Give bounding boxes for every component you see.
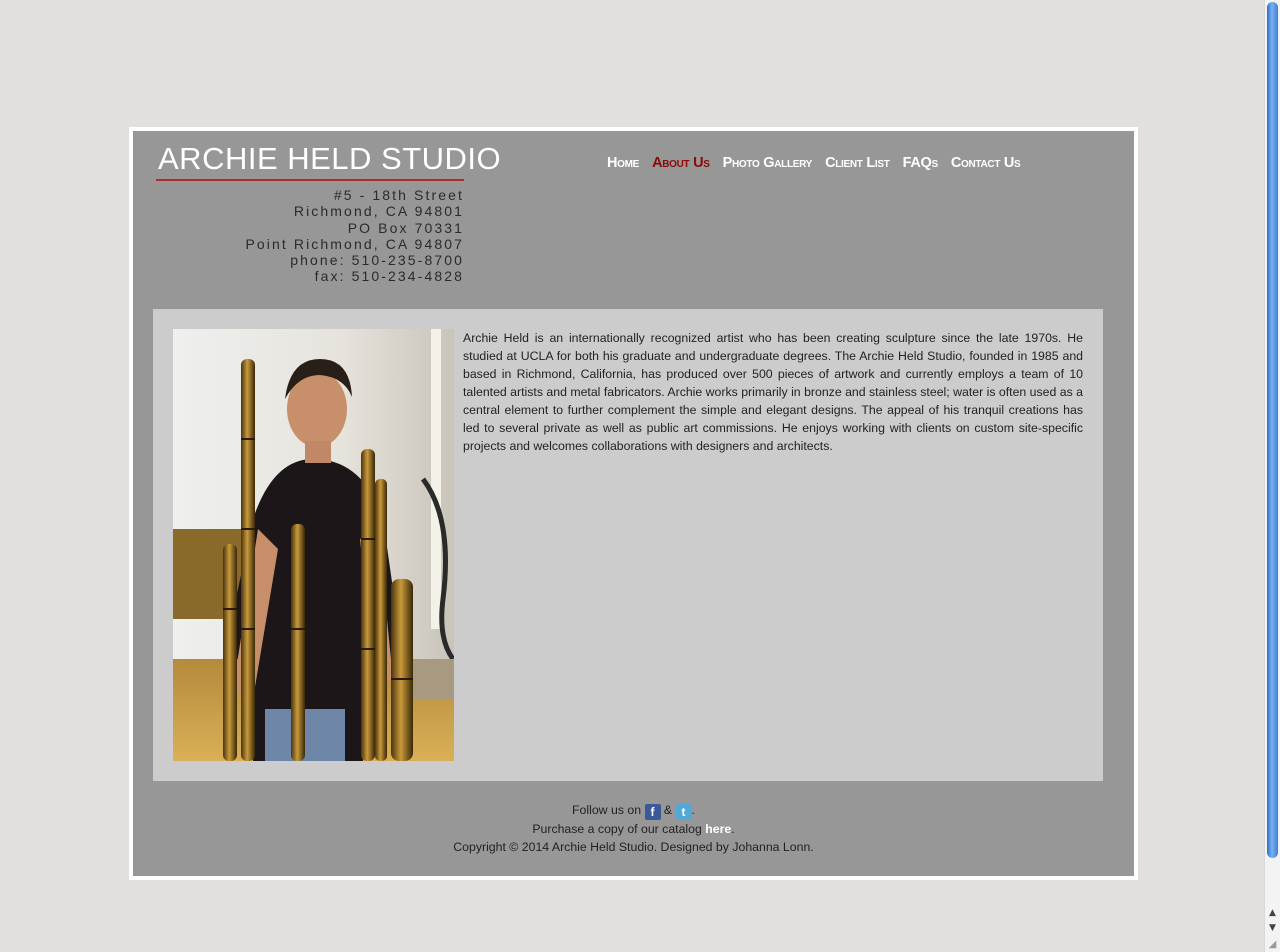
page-frame: ARCHIE HELD STUDIO #5 - 18th Street Rich… <box>129 127 1138 880</box>
main-nav: Home About Us Photo Gallery Client List … <box>607 152 1033 174</box>
address-line: PO Box 70331 <box>347 219 464 236</box>
address-line: #5 - 18th Street <box>333 187 464 203</box>
resize-grip-icon[interactable]: ◢ <box>1265 938 1280 952</box>
address-fax: fax: 510-234-4828 <box>314 268 464 285</box>
period-text: . <box>691 803 695 817</box>
amp-text: & <box>663 803 673 817</box>
follow-text: Follow us on <box>572 803 642 817</box>
catalog-period: . <box>731 822 735 836</box>
nav-home[interactable]: Home <box>607 152 639 174</box>
scrollbar-thumb[interactable] <box>1267 2 1278 858</box>
catalog-line: Purchase a copy of our catalog here. <box>133 820 1134 838</box>
facebook-icon[interactable]: f <box>644 804 661 820</box>
nav-photo-gallery[interactable]: Photo Gallery <box>723 152 813 174</box>
site-logo-title[interactable]: ARCHIE HELD STUDIO <box>158 142 501 176</box>
vertical-scrollbar[interactable]: ▲ ▼ ◢ <box>1264 0 1280 952</box>
artist-portrait-image <box>173 329 454 761</box>
content-panel: Archie Held is an internationally recogn… <box>153 309 1103 781</box>
nav-client-list[interactable]: Client List <box>825 152 890 174</box>
studio-address: #5 - 18th Street Richmond, CA 94801 PO B… <box>173 187 464 285</box>
about-bio-text: Archie Held is an internationally recogn… <box>463 331 1083 453</box>
address-line: Point Richmond, CA 94807 <box>245 235 464 252</box>
address-line: Richmond, CA 94801 <box>293 203 464 220</box>
catalog-text: Purchase a copy of our catalog <box>532 822 702 836</box>
logo-divider <box>156 179 464 181</box>
follow-line: Follow us on f & t. <box>133 801 1134 820</box>
nav-faqs[interactable]: FAQs <box>903 152 939 174</box>
scroll-up-arrow-icon[interactable]: ▲ <box>1265 906 1280 920</box>
catalog-link[interactable]: here <box>705 822 731 836</box>
address-phone: phone: 510-235-8700 <box>290 252 464 269</box>
nav-contact-us[interactable]: Contact Us <box>951 152 1021 174</box>
copyright-text: Copyright © 2014 Archie Held Studio. Des… <box>453 840 814 854</box>
footer: Follow us on f & t. Purchase a copy of o… <box>133 801 1134 856</box>
scroll-down-arrow-icon[interactable]: ▼ <box>1265 921 1280 935</box>
nav-about-us[interactable]: About Us <box>652 152 710 174</box>
twitter-icon[interactable]: t <box>675 804 692 820</box>
